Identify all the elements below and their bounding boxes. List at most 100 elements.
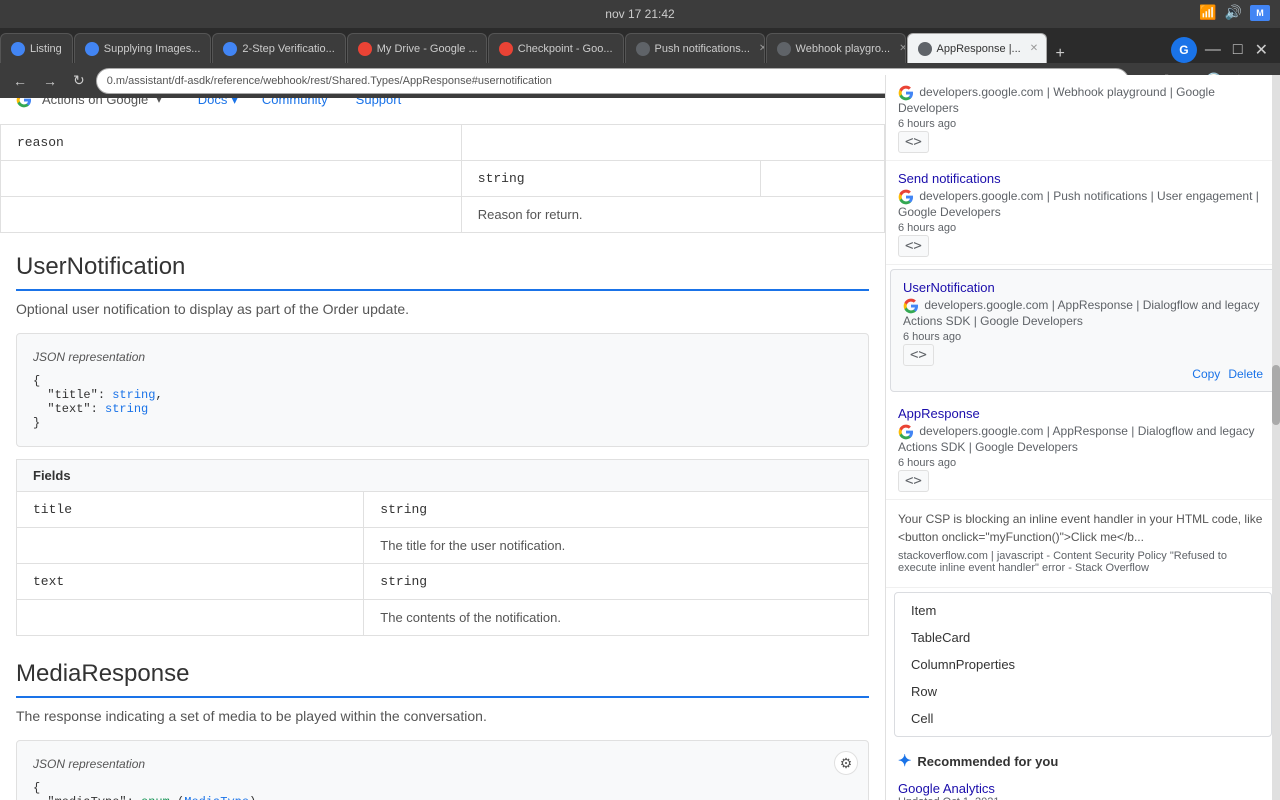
copy-button[interactable]: Copy bbox=[1192, 367, 1220, 381]
page-wrapper: Actions on Google ▾ Docs ▾ Community Sup… bbox=[0, 75, 1280, 800]
table-row: The title for the user notification. bbox=[17, 528, 869, 564]
code-icon-appresponse: <> bbox=[898, 473, 1268, 489]
tab-mydrive-label: My Drive - Google ... bbox=[377, 43, 478, 55]
sparkle-icon: ✦ bbox=[898, 751, 911, 771]
table-row: Reason for return. bbox=[1, 197, 885, 233]
text-field-name: text bbox=[17, 564, 364, 600]
new-tab-button[interactable]: + bbox=[1048, 45, 1073, 63]
history-item-webhook[interactable]: developers.google.com | Webhook playgrou… bbox=[886, 75, 1280, 161]
tab-push[interactable]: Push notifications... ✕ bbox=[625, 33, 765, 63]
text-empty bbox=[17, 600, 364, 636]
reason-field-desc: Reason for return. bbox=[461, 197, 884, 233]
reason-field-name: reason bbox=[1, 125, 462, 161]
reason-field-empty bbox=[1, 161, 462, 197]
reason-field-type: string bbox=[461, 161, 760, 197]
fields-table: title string The title for the user noti… bbox=[16, 492, 869, 636]
reason-desc-empty bbox=[1, 197, 462, 233]
doc-content[interactable]: reason string Reason for return. bbox=[0, 125, 885, 800]
appresponse-history-title[interactable]: AppResponse bbox=[898, 406, 1268, 421]
dropdown-item-cell[interactable]: Cell bbox=[895, 705, 1271, 732]
media-json-code: { "mediaType": enum (MediaType), "mediaO… bbox=[33, 781, 852, 800]
analytics-title[interactable]: Google Analytics bbox=[898, 781, 1268, 796]
tab-checkpoint-label: Checkpoint - Goo... bbox=[518, 43, 613, 55]
network-icon: 📶 bbox=[1199, 4, 1216, 21]
tab-checkpoint[interactable]: Checkpoint - Goo... bbox=[488, 33, 624, 63]
send-notif-title[interactable]: Send notifications bbox=[898, 171, 1268, 186]
sidebar-panel[interactable]: developers.google.com | Webhook playgrou… bbox=[885, 75, 1280, 800]
browser-chrome: nov 17 21:42 📶 🔊 M Listing Supplying Ima… bbox=[0, 0, 1280, 75]
recommended-label: Recommended for you bbox=[917, 754, 1058, 769]
history-item-appresponse[interactable]: AppResponse developers.google.com | AppR… bbox=[886, 396, 1280, 500]
forward-button[interactable]: → bbox=[38, 71, 62, 91]
user-notif-history-title[interactable]: UserNotification bbox=[903, 280, 1263, 295]
tab-supplying-label: Supplying Images... bbox=[104, 43, 201, 55]
webhook-time: 6 hours ago bbox=[898, 118, 1268, 130]
code-icon-user-notif: <> bbox=[903, 347, 1263, 363]
reason-table: reason string Reason for return. bbox=[0, 125, 885, 233]
delete-button[interactable]: Delete bbox=[1228, 367, 1263, 381]
top-table-container: reason string Reason for return. bbox=[0, 125, 885, 233]
tab-webhook-label: Webhook playgro... bbox=[796, 43, 891, 55]
history-item-csp[interactable]: Your CSP is blocking an inline event han… bbox=[886, 500, 1280, 588]
send-notif-domain: developers.google.com | Push notificatio… bbox=[898, 189, 1268, 219]
dropdown-panel: Item TableCard ColumnProperties Row Cell bbox=[894, 592, 1272, 737]
text-field-type: string bbox=[364, 564, 869, 600]
tab-appresponse-label: AppResponse |... bbox=[937, 43, 1021, 55]
history-item-send-notif[interactable]: Send notifications developers.google.com… bbox=[886, 161, 1280, 265]
title-field-type: string bbox=[364, 492, 869, 528]
recommended-item-analytics[interactable]: Google Analytics Updated Oct 1, 2021 bbox=[898, 781, 1268, 800]
back-button[interactable]: ← bbox=[8, 71, 32, 91]
media-response-heading: MediaResponse bbox=[16, 660, 869, 698]
appresponse-history-time: 6 hours ago bbox=[898, 457, 1268, 469]
volume-icon: 🔊 bbox=[1225, 4, 1242, 21]
code-icon-send-notif: <> bbox=[898, 238, 1268, 254]
address-text: 0.m/assistant/df-asdk/reference/webhook/… bbox=[107, 75, 552, 87]
recommended-section: ✦ Recommended for you Google Analytics U… bbox=[886, 741, 1280, 800]
sidebar-scrollbar[interactable] bbox=[1272, 75, 1280, 800]
user-notification-heading: UserNotification bbox=[16, 253, 869, 291]
user-notif-history-domain: developers.google.com | AppResponse | Di… bbox=[903, 298, 1263, 328]
title-field-desc: The title for the user notification. bbox=[364, 528, 869, 564]
dropdown-item-columnproperties[interactable]: ColumnProperties bbox=[895, 651, 1271, 678]
tab-webhook-close[interactable]: ✕ bbox=[899, 43, 905, 54]
settings-icon[interactable]: ⚙ bbox=[834, 751, 858, 775]
close-button[interactable]: ✕ bbox=[1251, 40, 1272, 60]
tab-listing[interactable]: Listing bbox=[0, 33, 73, 63]
table-row: text string bbox=[17, 564, 869, 600]
tab-mydrive[interactable]: My Drive - Google ... bbox=[347, 33, 487, 63]
recommended-title: ✦ Recommended for you bbox=[898, 751, 1268, 771]
user-notification-desc: Optional user notification to display as… bbox=[16, 301, 869, 317]
media-response-json-block: JSON representation { "mediaType": enum … bbox=[16, 740, 869, 800]
tab-2step[interactable]: 2-Step Verificatio... bbox=[212, 33, 345, 63]
appresponse-history-domain: developers.google.com | AppResponse | Di… bbox=[898, 424, 1268, 454]
dropdown-item-item[interactable]: Item bbox=[895, 597, 1271, 624]
main-content: Actions on Google ▾ Docs ▾ Community Sup… bbox=[0, 75, 885, 800]
table-row: string bbox=[1, 161, 885, 197]
user-notification-json-block: JSON representation { "title": string, "… bbox=[16, 333, 869, 447]
send-notif-time: 6 hours ago bbox=[898, 222, 1268, 234]
dropdown-item-row[interactable]: Row bbox=[895, 678, 1271, 705]
tab-supplying[interactable]: Supplying Images... bbox=[74, 33, 212, 63]
tab-appresponse-close[interactable]: ✕ bbox=[1030, 43, 1038, 54]
dropdown-item-tablecard[interactable]: TableCard bbox=[895, 624, 1271, 651]
title-field-name: title bbox=[17, 492, 364, 528]
title-empty bbox=[17, 528, 364, 564]
tab-webhook[interactable]: Webhook playgro... ✕ bbox=[766, 33, 906, 63]
reload-button[interactable]: ↻ bbox=[68, 70, 90, 91]
maximize-button[interactable]: □ bbox=[1229, 41, 1247, 59]
tabs-bar: Listing Supplying Images... 2-Step Verif… bbox=[0, 28, 1280, 63]
minimize-button[interactable]: — bbox=[1201, 41, 1225, 59]
history-item-user-notif[interactable]: UserNotification developers.google.com |… bbox=[890, 269, 1276, 392]
reason-field-empty2 bbox=[761, 161, 885, 197]
table-row: The contents of the notification. bbox=[17, 600, 869, 636]
send-notif-domain-text: developers.google.com | Push notificatio… bbox=[898, 189, 1259, 219]
tab-push-close[interactable]: ✕ bbox=[759, 43, 765, 54]
webhook-domain-text: developers.google.com | Webhook playgrou… bbox=[898, 85, 1215, 115]
tab-appresponse[interactable]: AppResponse |... ✕ bbox=[907, 33, 1047, 63]
table-row: title string bbox=[17, 492, 869, 528]
media-response-section: MediaResponse The response indicating a … bbox=[0, 660, 885, 800]
analytics-date: Updated Oct 1, 2021 bbox=[898, 796, 1268, 800]
user-notification-section: UserNotification Optional user notificat… bbox=[0, 253, 885, 636]
title-bar: nov 17 21:42 📶 🔊 M bbox=[0, 0, 1280, 28]
text-field-desc: The contents of the notification. bbox=[364, 600, 869, 636]
